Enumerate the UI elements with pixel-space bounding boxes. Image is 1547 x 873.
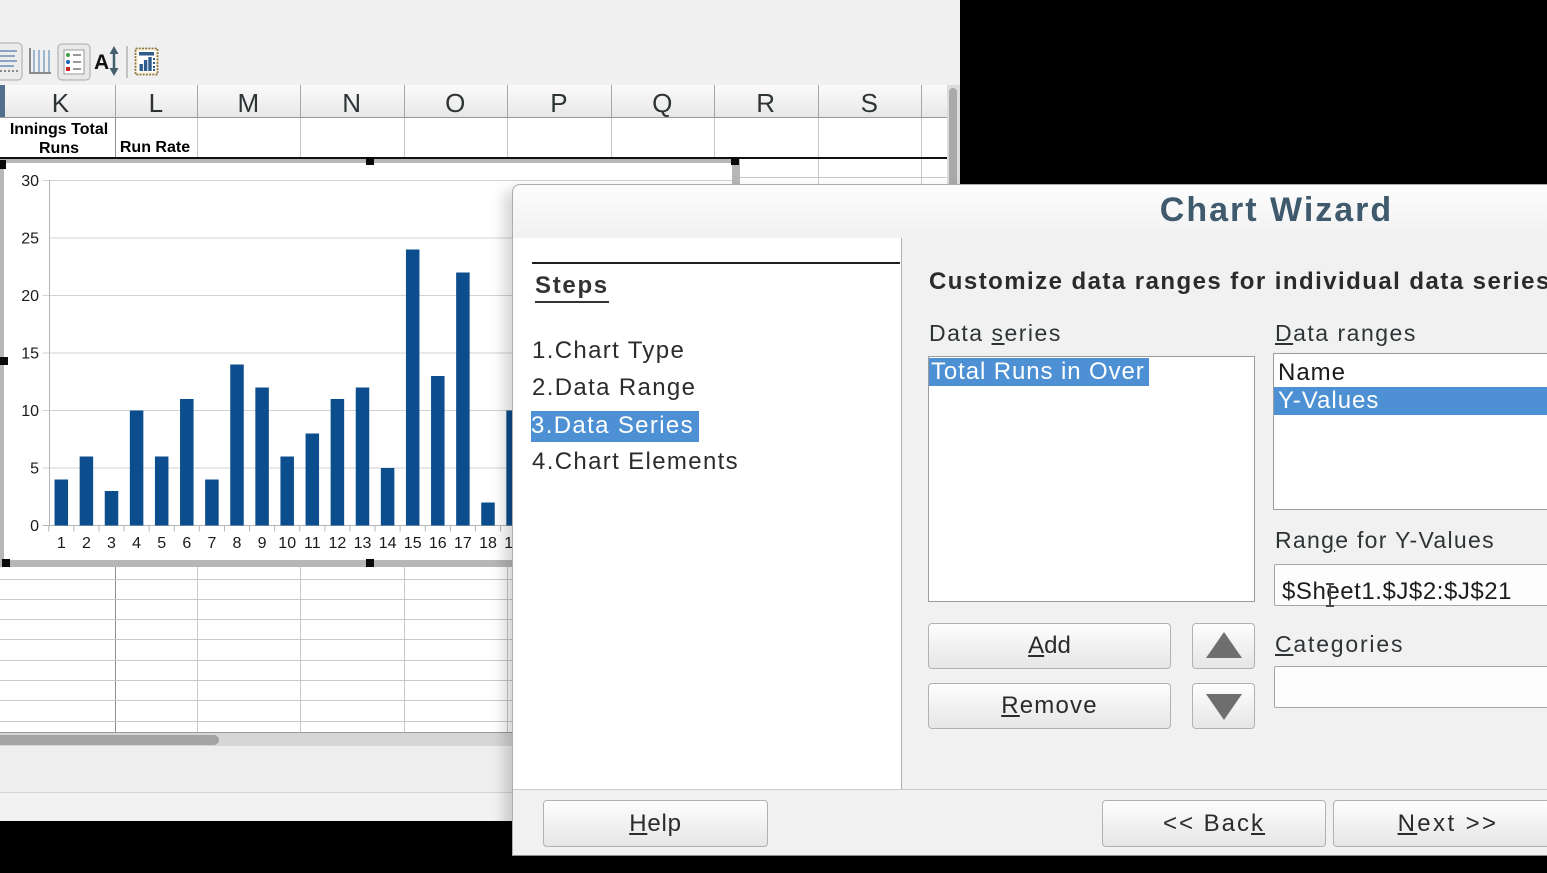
svg-text:17: 17 [454,535,472,552]
svg-text:2: 2 [82,535,91,552]
svg-text:18: 18 [479,535,497,552]
svg-text:1: 1 [57,535,66,552]
svg-text:13: 13 [354,535,372,552]
svg-text:10: 10 [21,403,39,420]
svg-text:5: 5 [157,535,166,552]
svg-text:15: 15 [21,346,39,363]
svg-text:30: 30 [21,173,39,190]
svg-text:12: 12 [329,535,347,552]
svg-text:11: 11 [304,535,321,552]
svg-text:5: 5 [30,461,39,478]
svg-text:9: 9 [258,535,267,552]
svg-text:14: 14 [379,535,397,552]
svg-text:4: 4 [132,535,141,552]
svg-text:25: 25 [21,231,39,248]
svg-text:20: 20 [21,288,39,305]
svg-text:16: 16 [429,535,447,552]
svg-text:7: 7 [207,535,216,552]
svg-text:8: 8 [233,535,242,552]
svg-text:15: 15 [404,535,422,552]
svg-text:0: 0 [30,518,39,535]
svg-text:10: 10 [278,535,296,552]
svg-text:A: A [94,51,109,74]
svg-text:6: 6 [182,535,191,552]
svg-text:3: 3 [107,535,116,552]
